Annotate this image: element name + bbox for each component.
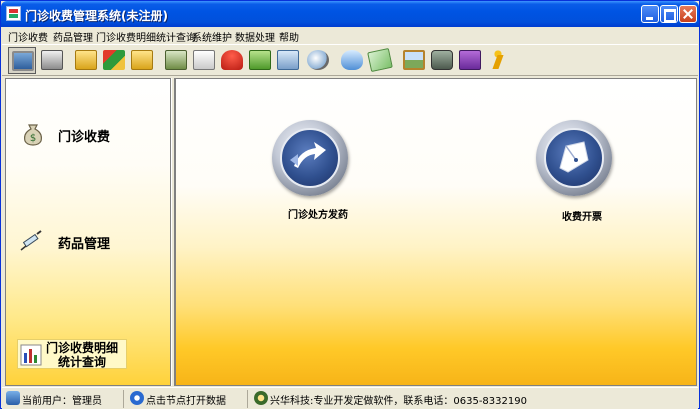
app-window: 门诊收费管理系统(未注册) 门诊收费 药品管理 门诊收费明细统计查询 系统维护 … — [0, 0, 700, 409]
sidebar: $ 门诊收费 药品管理 门诊收费明细 统计查询 — [5, 78, 171, 386]
money-transfer-icon[interactable] — [100, 47, 128, 74]
money-bag-icon: $ — [20, 121, 46, 147]
close-button[interactable] — [679, 5, 697, 23]
status-user-section: 当前用户：管理员 — [2, 390, 124, 408]
app-icon — [6, 6, 21, 21]
minimize-button[interactable] — [641, 5, 659, 23]
gear-folder-icon[interactable] — [162, 47, 190, 74]
main-panel: 门诊处方发药 收费开票 — [175, 78, 697, 386]
document-edit-icon[interactable] — [190, 47, 218, 74]
company-icon — [254, 391, 268, 405]
billing-button[interactable] — [536, 120, 612, 196]
status-hint: 点击节点打开数据 — [146, 396, 226, 407]
umbrella-icon[interactable] — [218, 47, 246, 74]
menu-data-processing[interactable]: 数据处理 — [235, 29, 275, 44]
search-document-icon[interactable] — [274, 47, 302, 74]
printer-icon[interactable] — [38, 47, 66, 74]
sidebar-item-drug-management[interactable]: 药品管理 — [6, 224, 172, 264]
title-bar[interactable]: 门诊收费管理系统(未注册) — [1, 1, 699, 27]
sidebar-item-outpatient-fee[interactable]: $ 门诊收费 — [6, 117, 172, 157]
menu-system-maintenance[interactable]: 系统维护 — [192, 29, 232, 44]
user-icon — [6, 391, 20, 405]
running-man-icon[interactable] — [484, 47, 512, 74]
dispense-prescription-button[interactable] — [272, 120, 348, 196]
billing-label: 收费开票 — [562, 212, 602, 223]
menu-bar: 门诊收费 药品管理 门诊收费明细统计查询 系统维护 数据处理 帮助 — [2, 27, 698, 44]
menu-drug-management[interactable]: 药品管理 — [53, 29, 93, 44]
help-book-icon[interactable] — [456, 47, 484, 74]
monitor-icon[interactable] — [8, 47, 36, 74]
bar-chart-icon — [20, 344, 42, 366]
status-hint-section: 点击节点打开数据 — [126, 390, 248, 408]
menu-fee-detail-query[interactable]: 门诊收费明细统计查询 — [96, 29, 196, 44]
status-company-section: 兴华科技:专业开发定做软件，联系电话：0635-8332190 — [250, 390, 696, 408]
menu-outpatient-fee[interactable]: 门诊收费 — [8, 29, 48, 44]
water-drop-icon[interactable] — [338, 47, 366, 74]
syringe-icon — [18, 228, 44, 254]
pda-icon[interactable] — [428, 47, 456, 74]
notebook-icon[interactable] — [246, 47, 274, 74]
dispense-prescription-label: 门诊处方发药 — [288, 210, 348, 221]
sidebar-item-fee-detail-query[interactable]: 门诊收费明细 统计查询 — [17, 339, 127, 369]
status-bar: 当前用户：管理员 点击节点打开数据 兴华科技:专业开发定做软件，联系电话：063… — [2, 387, 698, 409]
banknote-icon[interactable] — [366, 47, 394, 74]
sidebar-item-label-line2: 统计查询 — [58, 355, 107, 369]
info-icon — [130, 391, 144, 405]
window-title: 门诊收费管理系统(未注册) — [25, 9, 168, 23]
status-user: 当前用户：管理员 — [22, 396, 102, 407]
menu-help[interactable]: 帮助 — [279, 29, 299, 44]
arrow-share-icon — [280, 128, 340, 188]
folder-open-icon[interactable] — [128, 47, 156, 74]
sidebar-item-label: 门诊收费 — [58, 130, 111, 145]
svg-text:$: $ — [30, 133, 36, 144]
folder-icon[interactable] — [72, 47, 100, 74]
status-company: 兴华科技:专业开发定做软件，联系电话：0635-8332190 — [270, 396, 527, 407]
sidebar-item-label: 药品管理 — [58, 237, 111, 252]
picture-icon[interactable] — [400, 47, 428, 74]
toolbar — [2, 44, 698, 76]
magnifier-icon[interactable] — [304, 47, 332, 74]
maximize-button[interactable] — [660, 5, 678, 23]
pen-nib-icon — [544, 128, 604, 188]
